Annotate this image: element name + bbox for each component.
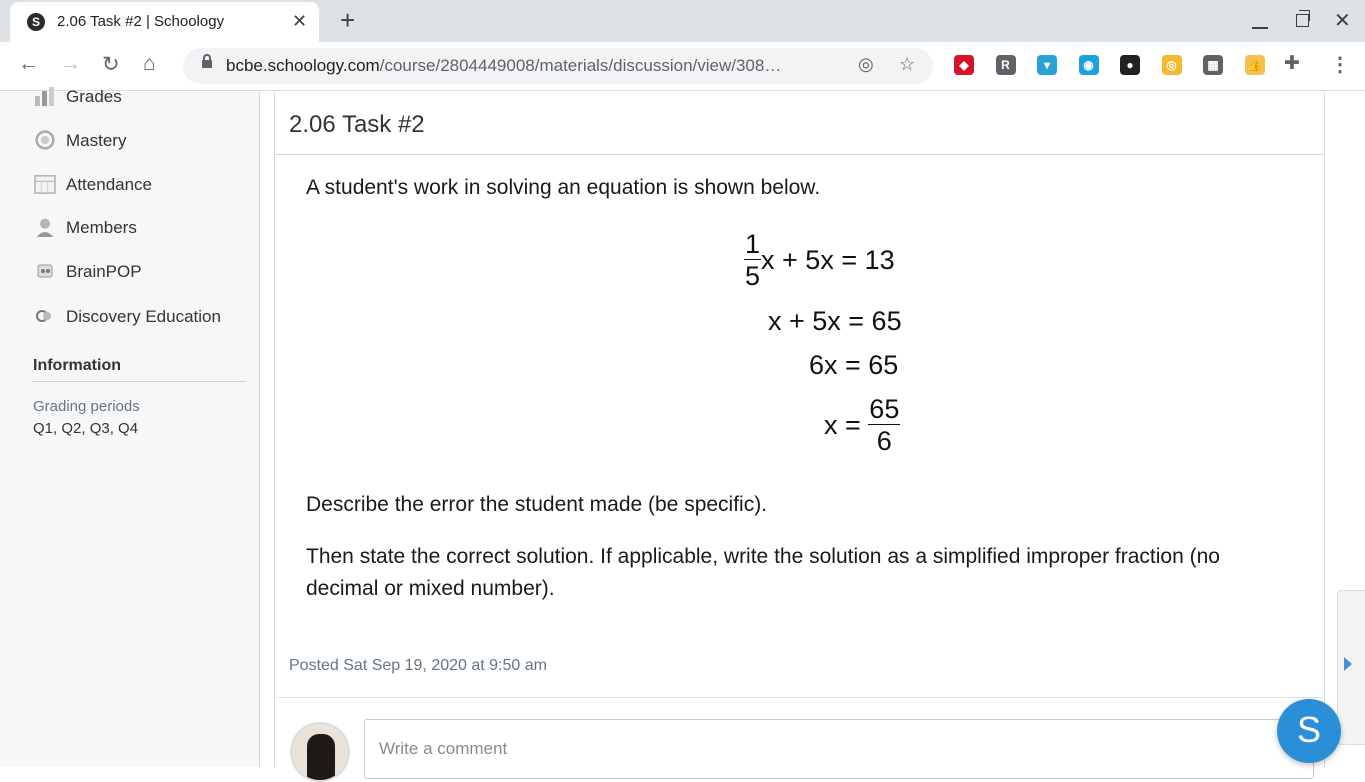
comment-input[interactable]: [364, 719, 1314, 779]
brainpop-robot-icon: [37, 264, 53, 278]
thumbs-up-icon[interactable]: 👍: [1244, 55, 1265, 75]
home-icon[interactable]: ⌂: [143, 52, 156, 76]
r-icon[interactable]: R: [995, 55, 1016, 75]
extensions-puzzle-icon[interactable]: ✚: [1284, 52, 1300, 75]
page-title: 2.06 Task #2: [289, 111, 425, 138]
question-prompt-2-line-1: Then state the correct solution. If appl…: [306, 545, 1220, 568]
discovery-education-logo-icon: [36, 310, 51, 322]
discussion-panel: 2.06 Task #2 A student's work in solving…: [274, 92, 1325, 782]
ruby-icon[interactable]: ◆: [954, 55, 974, 75]
location-target-icon[interactable]: ◎: [858, 54, 874, 75]
posted-timestamp: Posted Sat Sep 19, 2020 at 9:50 am: [289, 657, 547, 674]
question-intro: A student's work in solving an equation …: [306, 176, 821, 199]
equation-line-3: 6x = 65: [809, 350, 899, 380]
sidebar-item-label: Grades: [66, 87, 122, 106]
shield-circle-icon[interactable]: ◉: [1078, 55, 1099, 75]
question-prompt-1: Describe the error the student made (be …: [306, 493, 768, 516]
address-bar[interactable]: bcbe.schoology.com/course/2804449008/mat…: [183, 48, 933, 84]
divider: [275, 697, 1324, 698]
back-arrow-icon[interactable]: ←: [18, 52, 39, 76]
close-tab-icon[interactable]: ✕: [292, 11, 307, 32]
members-person-icon: [36, 218, 54, 237]
equation-line-1: 15x + 5x = 13: [744, 229, 895, 291]
question-prompt-2-line-2: decimal or mixed number).: [306, 577, 555, 600]
attendance-calendar-icon: [34, 175, 56, 194]
grading-periods-label: Grading periods: [33, 398, 140, 415]
question-content: A student's work in solving an equation …: [289, 169, 1310, 612]
lock-icon[interactable]: [202, 54, 212, 68]
browser-toolbar: ← → ↻ ⌂ bcbe.schoology.com/course/280444…: [0, 42, 1365, 91]
sidebar-item-label: Discovery Education: [66, 307, 221, 326]
main-content: 2.06 Task #2 A student's work in solving…: [261, 92, 1336, 782]
equation-line-4: x = 65 6: [824, 394, 901, 456]
course-sidebar: Grades Mastery Attendance Members BrainP…: [0, 87, 260, 767]
mastery-gauge-icon: [35, 130, 55, 150]
url-text[interactable]: bcbe.schoology.com/course/2804449008/mat…: [226, 56, 841, 76]
tab-strip: S 2.06 Task #2 | Schoology ✕ + ✕: [0, 0, 1365, 42]
person-badge-icon[interactable]: ▾: [1037, 55, 1057, 75]
forward-arrow-icon[interactable]: →: [60, 52, 81, 76]
ninja-icon[interactable]: ●: [1120, 55, 1140, 75]
sidebar-item-label: BrainPOP: [66, 262, 142, 281]
sidebar-item-label: Members: [66, 218, 137, 237]
reload-icon[interactable]: ↻: [102, 52, 120, 77]
close-window-icon[interactable]: ✕: [1334, 8, 1351, 33]
avatar: [290, 722, 350, 782]
divider: [32, 381, 246, 382]
coin-icon[interactable]: ◎: [1161, 55, 1182, 75]
bookmark-star-icon[interactable]: ☆: [899, 54, 915, 75]
divider: [275, 154, 1324, 155]
schoology-help-button[interactable]: S: [1277, 699, 1341, 763]
information-heading: Information: [33, 357, 121, 374]
new-tab-button[interactable]: +: [340, 5, 355, 36]
grading-periods-value: Q1, Q2, Q3, Q4: [33, 420, 139, 437]
tab-title: 2.06 Task #2 | Schoology: [57, 13, 225, 30]
grades-chart-icon: [35, 87, 54, 106]
sidebar-item-label: Attendance: [66, 175, 153, 194]
minimize-window-icon[interactable]: [1252, 27, 1268, 29]
sidebar-item-label: Mastery: [66, 131, 127, 150]
more-menu-icon[interactable]: ⋮: [1330, 52, 1350, 77]
equation-line-2: x + 5x = 65: [768, 306, 902, 336]
active-tab[interactable]: S 2.06 Task #2 | Schoology ✕: [10, 2, 319, 42]
chevron-right-icon[interactable]: [1344, 657, 1352, 671]
schoology-favicon-icon: S: [27, 13, 45, 31]
grid-icon[interactable]: ▦: [1203, 55, 1223, 75]
restore-window-icon[interactable]: [1296, 10, 1310, 27]
